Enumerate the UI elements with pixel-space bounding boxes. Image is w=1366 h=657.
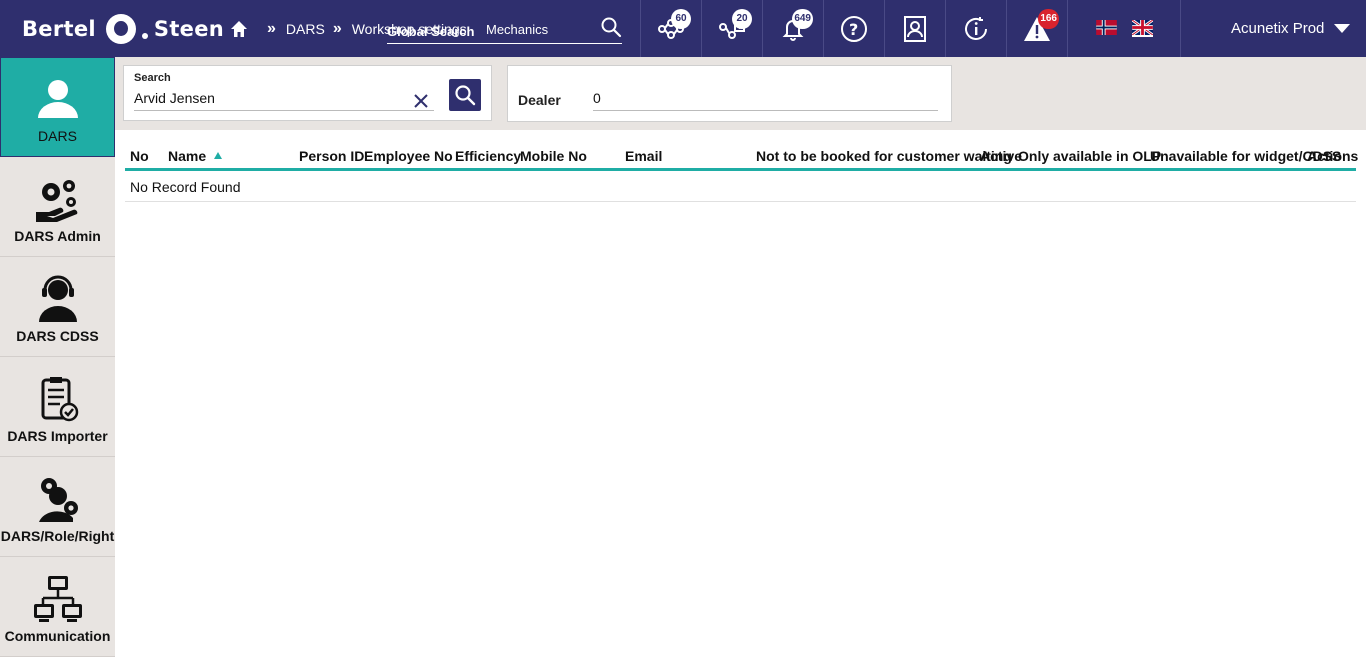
column-header-mobile-no[interactable]: Mobile No: [520, 148, 587, 164]
user-name: Acunetix Prod: [1231, 20, 1325, 37]
column-header-efficiency[interactable]: Efficiency: [455, 148, 521, 164]
column-header-label: Name: [168, 148, 207, 164]
sidebar-item-label: DARS Admin: [14, 228, 101, 244]
person-gears-icon: [38, 478, 78, 522]
sidebar-item-label: Communication: [4, 628, 111, 644]
dealer-input[interactable]: [593, 90, 938, 106]
column-header-no[interactable]: No: [130, 148, 149, 164]
sidebar-item-dars-role-right[interactable]: DARS/Role/Right: [0, 457, 115, 557]
column-header-email[interactable]: Email: [625, 148, 662, 164]
breadcrumb-item-dars[interactable]: DARS: [286, 21, 325, 37]
sidebar-item-dars-cdss[interactable]: DARS CDSS: [0, 257, 115, 357]
user-menu[interactable]: Acunetix Prod: [1180, 0, 1366, 57]
norway-flag-icon[interactable]: [1096, 20, 1117, 35]
top-icon-bar: 60 ? 20 649 ? 166: [640, 0, 1179, 57]
sidebar: DARS DARS Admin DARS CDSS DARS Importer …: [0, 57, 115, 657]
workflow-question-badge: 20: [732, 9, 752, 29]
sidebar-item-label: DARS CDSS: [16, 328, 99, 344]
sidebar-item-dars[interactable]: DARS: [0, 57, 115, 157]
workflow-button[interactable]: 60: [640, 0, 701, 57]
breadcrumb-item-mechanics[interactable]: Mechanics: [486, 22, 548, 37]
filter-bar: Search Dealer: [115, 57, 1366, 130]
notifications-button[interactable]: 649: [762, 0, 823, 57]
workflow-badge: 60: [671, 9, 691, 29]
empty-table-message: No Record Found: [125, 171, 1356, 202]
search-label: Search: [134, 72, 171, 84]
brand-word-1: Bertel: [22, 17, 96, 41]
contact-card-icon: [904, 15, 926, 42]
global-search[interactable]: Global Search Mechanics: [387, 14, 622, 44]
search-button[interactable]: [449, 79, 481, 111]
breadcrumb-separator: »: [267, 20, 276, 37]
contact-card-button[interactable]: [884, 0, 945, 57]
clipboard-check-icon: [41, 377, 78, 422]
alerts-button[interactable]: 166: [1006, 0, 1067, 57]
alerts-badge: 166: [1038, 9, 1059, 29]
sidebar-item-label: DARS/Role/Right: [0, 528, 115, 544]
info-button[interactable]: [945, 0, 1006, 57]
network-computers-icon: [33, 576, 82, 622]
column-header-name[interactable]: Name: [168, 148, 223, 164]
column-header-active[interactable]: Active: [980, 148, 1022, 164]
sidebar-item-label: DARS: [38, 128, 77, 144]
info-refresh-icon: [965, 16, 987, 40]
brand-word-2: Steen: [153, 17, 224, 41]
search-icon[interactable]: [600, 16, 622, 38]
admin-gears-icon: [35, 180, 77, 222]
chevron-down-icon: [1334, 24, 1351, 33]
top-bar: Bertel Steen » DARS » Workshop settings …: [0, 0, 1366, 57]
dealer-label: Dealer: [518, 92, 561, 108]
mechanics-table: No Name Person ID Employee No Efficiency…: [125, 140, 1359, 202]
help-button[interactable]: ?: [823, 0, 884, 57]
table-header: No Name Person ID Employee No Efficiency…: [125, 140, 1359, 171]
column-header-only-olp[interactable]: Only available in OLP: [1018, 148, 1161, 164]
notifications-badge: 649: [792, 9, 813, 29]
global-search-placeholder: Global Search: [387, 24, 475, 39]
logo-circle-icon: [105, 14, 136, 44]
workflow-question-button[interactable]: ? 20: [701, 0, 762, 57]
search-input[interactable]: [134, 90, 434, 106]
column-header-actions: Actions: [1307, 148, 1359, 164]
column-header-not-to-be-booked[interactable]: Not to be booked for customer waiting: [756, 148, 1012, 164]
headset-person-icon: [38, 275, 77, 322]
sidebar-item-dars-admin[interactable]: DARS Admin: [0, 157, 115, 257]
search-panel: Search: [123, 65, 492, 121]
home-icon[interactable]: [229, 19, 249, 39]
brand-logo[interactable]: Bertel Steen: [22, 12, 224, 46]
language-selector: [1067, 0, 1179, 57]
column-header-person-id[interactable]: Person ID: [299, 148, 364, 164]
column-header-employee-no[interactable]: Employee No: [364, 148, 453, 164]
search-icon: [455, 85, 476, 106]
dealer-underline: [593, 110, 938, 111]
sidebar-item-communication[interactable]: Communication: [0, 557, 115, 657]
sidebar-item-dars-importer[interactable]: DARS Importer: [0, 357, 115, 457]
dealer-panel: Dealer: [507, 65, 952, 122]
close-icon[interactable]: [412, 92, 430, 110]
uk-flag-icon[interactable]: [1132, 20, 1153, 37]
svg-text:?: ?: [849, 20, 858, 39]
sort-ascending-icon: [214, 152, 223, 159]
breadcrumb-separator: »: [332, 20, 342, 37]
sidebar-item-label: DARS Importer: [7, 428, 108, 444]
person-icon: [37, 80, 78, 118]
help-icon: ?: [841, 15, 867, 42]
logo-dot-icon: [141, 33, 148, 39]
search-underline: [134, 110, 434, 111]
